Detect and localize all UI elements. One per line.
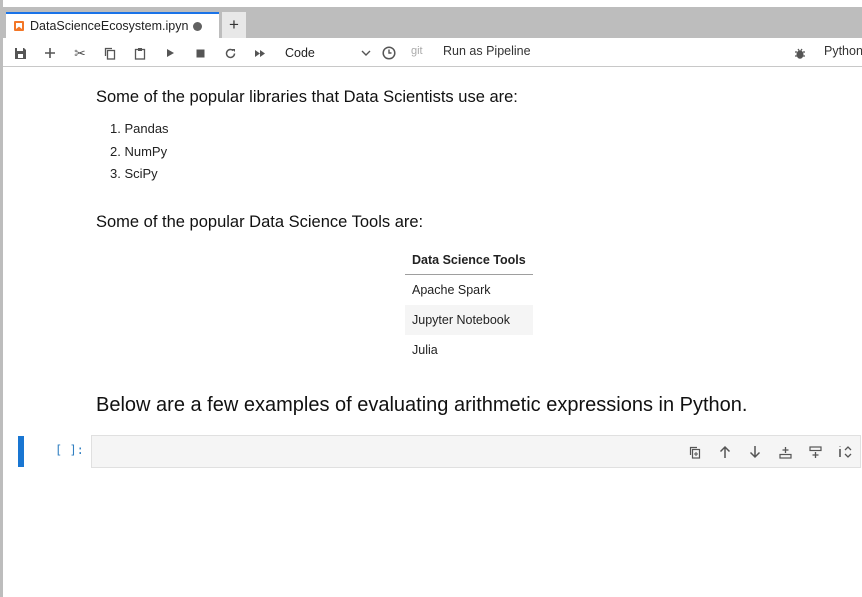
tools-table: Data Science Tools Apache Spark Jupyter … — [405, 245, 533, 365]
list-item: 1. Pandas — [110, 121, 169, 136]
kernel-name[interactable]: Python — [824, 44, 862, 58]
more-icon[interactable] — [830, 440, 860, 464]
cut-icon[interactable]: ✂ — [69, 42, 91, 64]
table-cell: Julia — [412, 342, 438, 357]
top-strip — [3, 0, 862, 7]
table-header: Data Science Tools — [405, 245, 533, 275]
save-icon[interactable] — [9, 42, 31, 64]
tools-heading: Some of the popular Data Science Tools a… — [96, 213, 424, 231]
new-tab-button[interactable]: + — [222, 12, 246, 38]
duplicate-icon[interactable] — [680, 440, 710, 464]
copy-icon[interactable] — [99, 42, 121, 64]
insert-below-icon[interactable] — [800, 440, 830, 464]
notebook-toolbar: ✂ Code git Run as Pipeline Python — [3, 38, 862, 67]
cell-prompt: [ ]: — [55, 443, 84, 457]
notebook-icon — [14, 21, 24, 31]
list-item: 3. SciPy — [110, 166, 158, 181]
insert-above-icon[interactable] — [770, 440, 800, 464]
list-item: 2. NumPy — [110, 143, 168, 159]
table-row: Apache Spark — [405, 275, 533, 305]
chevron-down-icon — [361, 46, 371, 60]
table-header-row: Data Science Tools — [405, 245, 533, 275]
libraries-heading: Some of the popular libraries that Data … — [96, 88, 518, 106]
cell-type-select[interactable]: Code — [281, 42, 371, 64]
run-all-icon[interactable] — [249, 42, 271, 64]
table-row: Julia — [405, 335, 533, 365]
jupyterlab-window: DataScienceEcosystem.ipyn + ✂ Code git R… — [0, 0, 862, 597]
run-as-pipeline-button[interactable]: Run as Pipeline — [443, 44, 531, 58]
clock-icon[interactable] — [378, 42, 400, 64]
stop-icon[interactable] — [189, 42, 211, 64]
add-cell-icon[interactable] — [39, 42, 61, 64]
tab-notebook[interactable]: DataScienceEcosystem.ipyn — [6, 12, 219, 38]
tab-bar: DataScienceEcosystem.ipyn + — [3, 7, 862, 38]
unsaved-dot-icon[interactable] — [193, 21, 203, 31]
cell-toolbar — [680, 440, 860, 464]
paste-icon[interactable] — [129, 42, 151, 64]
notebook-content: Some of the popular libraries that Data … — [3, 68, 862, 597]
table-cell: Apache Spark — [412, 282, 491, 297]
git-label[interactable]: git — [411, 45, 423, 57]
move-up-icon[interactable] — [710, 440, 740, 464]
table-cell: Jupyter Notebook — [405, 304, 533, 335]
table-row: Jupyter Notebook — [405, 304, 533, 335]
libraries-list: 1. Pandas 2. NumPy 3. SciPy — [110, 120, 169, 188]
arithmetic-heading: Below are a few examples of evaluating a… — [96, 394, 748, 416]
bug-icon[interactable] — [789, 42, 811, 64]
move-down-icon[interactable] — [740, 440, 770, 464]
active-cell-indicator — [18, 436, 24, 467]
tab-title: DataScienceEcosystem.ipyn — [30, 19, 189, 33]
cell-type-value: Code — [285, 46, 315, 60]
restart-icon[interactable] — [219, 42, 241, 64]
run-icon[interactable] — [159, 42, 181, 64]
code-cell-input[interactable] — [91, 435, 861, 468]
